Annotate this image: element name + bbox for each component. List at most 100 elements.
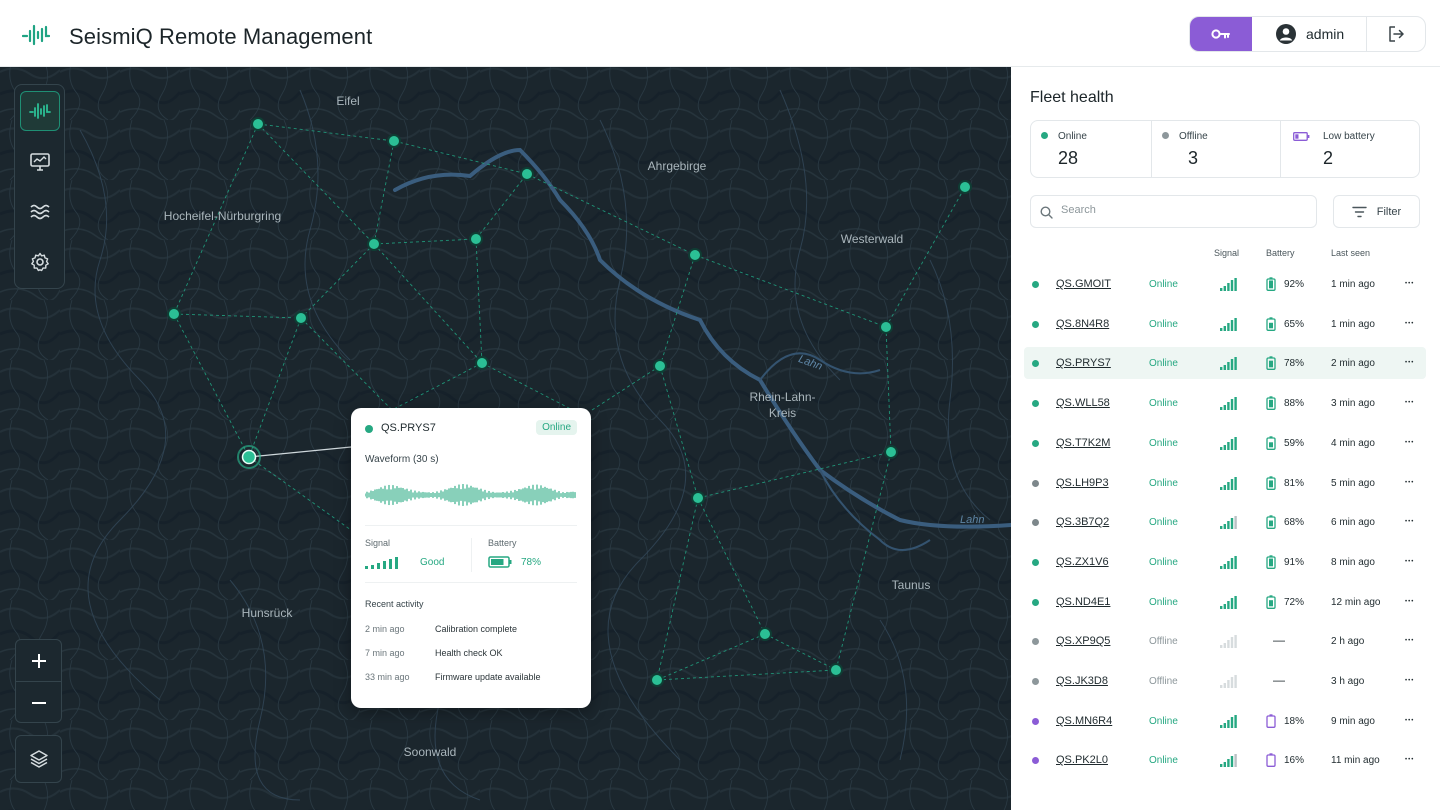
plus-icon [31,653,46,668]
filter-button[interactable]: Filter [1333,195,1420,228]
station-name-link[interactable]: QS.GMOIT [1056,278,1111,290]
status-dot [1032,519,1039,527]
layers-button[interactable] [15,735,62,783]
last-seen: 4 min ago [1331,437,1375,449]
zoom-in-button[interactable] [16,640,61,681]
last-seen: 9 min ago [1331,715,1375,727]
fleet-health-panel: Fleet health Online 28 Offline 3 Low bat… [1011,67,1440,810]
station-row[interactable]: QS.WLL58 Online 88% 3 min ago ••• [1024,387,1426,419]
more-options-icon[interactable]: ••• [1405,480,1414,486]
panel-title: Fleet health [1030,89,1114,106]
status-dot [1032,638,1039,646]
more-options-icon[interactable]: ••• [1405,400,1414,406]
status-dot [365,425,373,433]
station-row[interactable]: QS.3B7Q2 Online 68% 6 min ago ••• [1024,506,1426,538]
battery-icon [1266,515,1276,530]
filter-icon [1352,206,1367,217]
column-header-last-seen[interactable]: Last seen [1331,248,1370,258]
signal-strength-icon [1220,555,1237,569]
battery-icon [1266,475,1276,490]
settings-button[interactable] [20,242,60,282]
more-options-icon[interactable]: ••• [1405,559,1414,565]
station-row[interactable]: QS.XP9Q5 Offline — 2 h ago ••• [1024,625,1426,657]
status-dot [1032,678,1039,685]
station-name-link[interactable]: QS.PRYS7 [1056,357,1111,369]
user-name: admin [1306,26,1345,42]
stat-value: 2 [1323,148,1334,168]
station-row[interactable]: QS.JK3D8 Offline — 3 h ago ••• [1024,665,1426,697]
waves-view-button[interactable] [20,192,60,232]
more-options-icon[interactable]: ••• [1405,599,1414,605]
stat-label: Online [1058,131,1087,142]
more-options-icon[interactable]: ••• [1405,519,1414,525]
station-row[interactable]: QS.PRYS7 Online 78% 2 min ago ••• [1024,347,1426,380]
app-title: SeismiQ Remote Management [69,24,373,49]
monitor-view-button[interactable] [20,142,60,182]
license-key-button[interactable] [1190,17,1252,51]
signal-strength-icon [1220,357,1237,371]
status-dot [1032,598,1039,606]
station-name-link[interactable]: QS.T7K2M [1056,437,1110,449]
station-search[interactable] [1030,195,1317,228]
last-seen: 5 min ago [1331,477,1375,489]
station-name-link[interactable]: QS.8N4R8 [1056,318,1109,330]
station-status: Online [1149,398,1178,410]
station-row[interactable]: QS.LH9P3 Online 81% 5 min ago ••• [1024,467,1426,499]
status-dot [1032,439,1039,447]
station-name-link[interactable]: QS.LH9P3 [1056,477,1109,489]
station-popup: QS.PRYS7 Online Waveform (30 s) Signal G… [351,408,591,708]
more-options-icon[interactable]: ••• [1405,360,1414,366]
more-options-icon[interactable]: ••• [1405,718,1414,724]
search-input[interactable] [1061,204,1301,216]
station-status: Offline [1149,676,1178,687]
stat-value: 3 [1188,148,1199,168]
more-options-icon[interactable]: ••• [1405,440,1414,446]
station-row[interactable]: QS.MN6R4 Online 18% 9 min ago ••• [1024,705,1426,737]
station-name-link[interactable]: QS.PK2L0 [1056,754,1108,766]
station-name-link[interactable]: QS.MN6R4 [1056,715,1112,727]
station-status: Online [1149,358,1178,370]
more-options-icon[interactable]: ••• [1405,281,1414,287]
station-name-link[interactable]: QS.3B7Q2 [1056,516,1109,528]
signal-strength-icon [1220,397,1237,411]
station-name-link[interactable]: QS.JK3D8 [1056,675,1108,687]
station-row[interactable]: QS.PK2L0 Online 16% 11 min ago ••• [1024,744,1426,776]
more-options-icon[interactable]: ••• [1405,678,1414,684]
more-options-icon[interactable]: ••• [1405,638,1414,644]
user-menu-button[interactable]: admin [1252,17,1367,51]
column-header-signal[interactable]: Signal [1214,248,1239,258]
station-row[interactable]: QS.ND4E1 Online 72% 12 min ago ••• [1024,586,1426,618]
station-row[interactable]: QS.ZX1V6 Online 91% 8 min ago ••• [1024,546,1426,578]
station-row[interactable]: QS.T7K2M Online 59% 4 min ago ••• [1024,427,1426,459]
battery-value: 81% [1284,477,1305,489]
more-options-icon[interactable]: ••• [1405,757,1414,763]
station-row[interactable]: QS.8N4R8 Online 65% 1 min ago ••• [1024,308,1426,340]
status-dot [1032,320,1039,328]
signal-strength-icon [365,557,398,569]
activity-time: 7 min ago [365,648,405,658]
status-dot [1032,400,1039,408]
signal-strength-icon [1220,595,1237,609]
station-row[interactable]: QS.GMOIT Online 92% 1 min ago ••• [1024,268,1426,300]
recent-activity-title: Recent activity [365,599,424,609]
waveform-view-button[interactable] [20,91,60,131]
signal-strength-icon [1220,436,1237,450]
logout-button[interactable] [1367,17,1425,51]
activity-time: 2 min ago [365,624,405,634]
battery-value: 16% [1284,755,1305,767]
column-header-battery[interactable]: Battery [1266,248,1295,258]
more-options-icon[interactable]: ••• [1405,321,1414,327]
station-name-link[interactable]: QS.ND4E1 [1056,596,1110,608]
station-map[interactable]: Eifel Ahrgebirge Hocheifel-Nürburgring W… [0,67,1011,810]
low-battery-icon [1293,132,1310,141]
station-name-link[interactable]: QS.ZX1V6 [1056,556,1109,568]
station-name-link[interactable]: QS.XP9Q5 [1056,635,1110,647]
station-name-link[interactable]: QS.WLL58 [1056,397,1110,409]
stat-online: Online 28 [1031,121,1152,177]
last-seen: 3 h ago [1331,676,1365,687]
battery-icon [1266,316,1276,331]
activity-time: 33 min ago [365,672,410,682]
status-dot [1032,558,1039,566]
popup-station-name: QS.PRYS7 [381,422,436,434]
zoom-out-button[interactable] [16,682,61,723]
